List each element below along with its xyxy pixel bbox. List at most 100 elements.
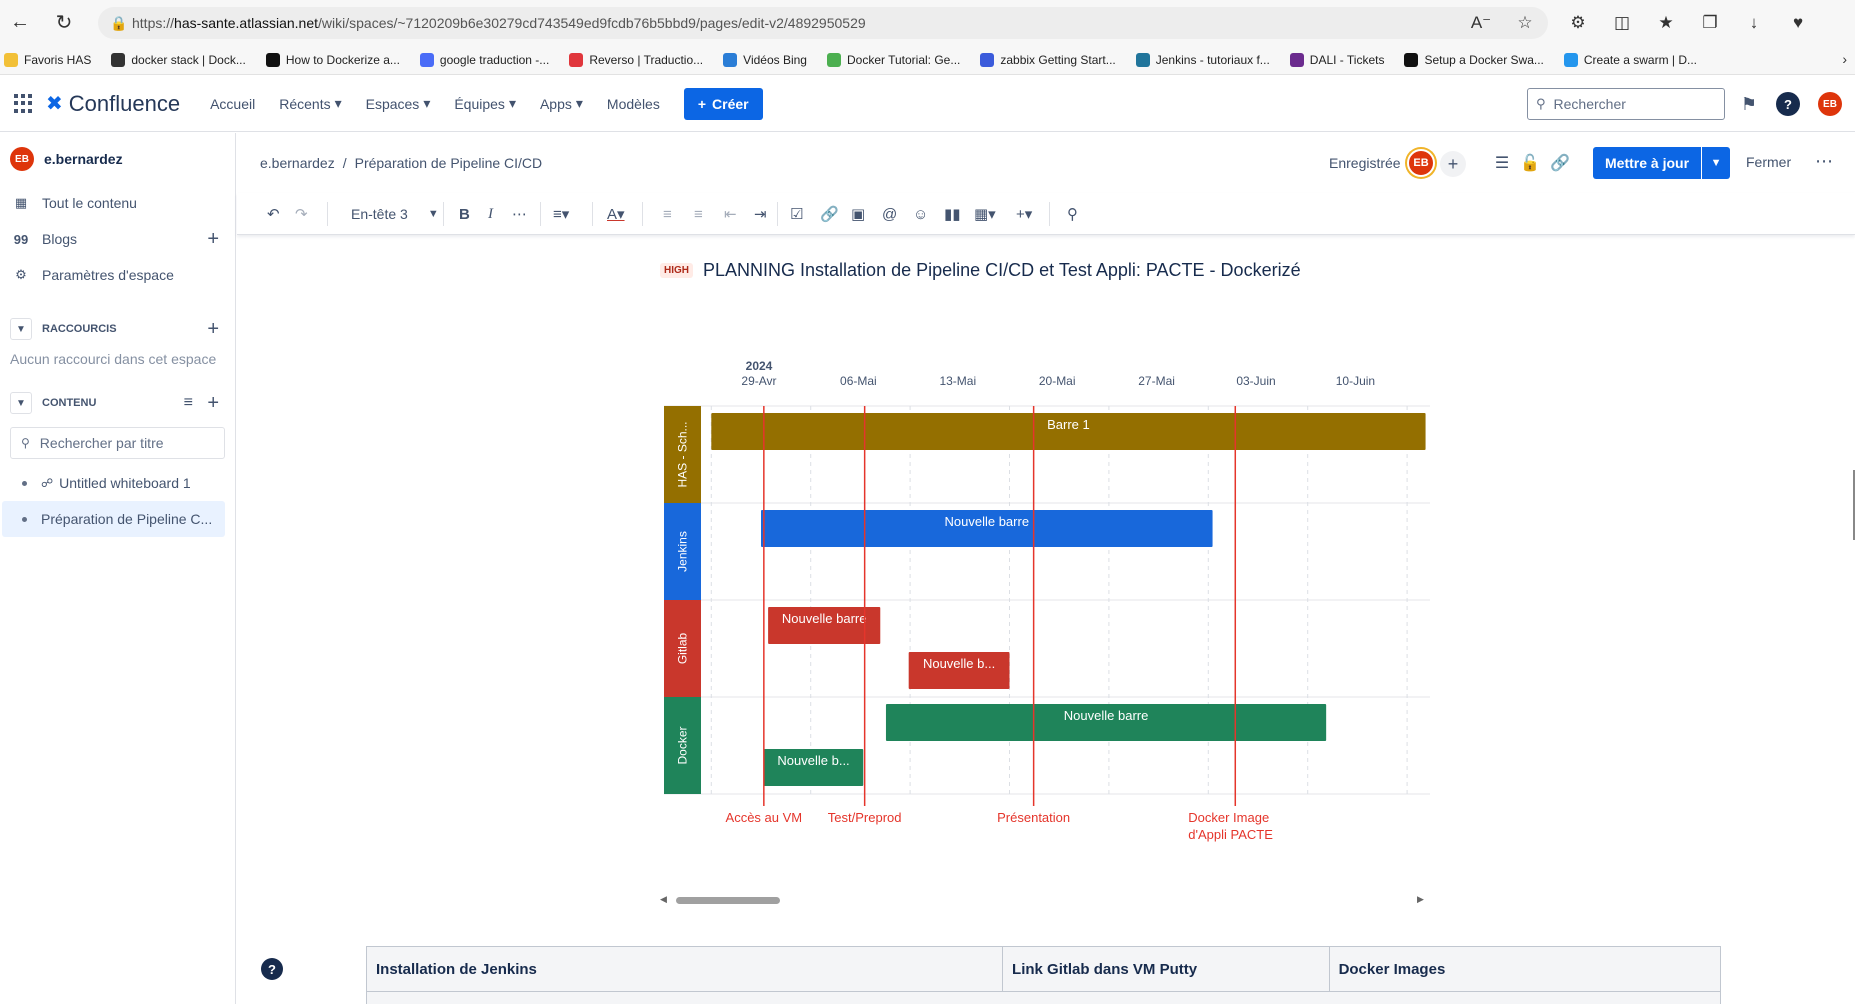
read-aloud-icon[interactable]: A⁻ [1468, 10, 1494, 36]
collaborator-avatar[interactable]: EB [1407, 149, 1435, 177]
nav-teams[interactable]: Équipes ▾ [454, 95, 516, 112]
url-path: /wiki/spaces/~7120209b6e30279cd743549ed9… [318, 15, 866, 31]
restrictions-icon[interactable]: 🔓 [1519, 152, 1541, 174]
undo-icon[interactable]: ↶ [267, 204, 280, 224]
performance-icon[interactable]: ♥ [1785, 10, 1811, 36]
checkbox-icon[interactable]: ☑ [790, 204, 803, 224]
emoji-icon[interactable]: ☺ [913, 204, 928, 224]
nav-home[interactable]: Accueil [210, 96, 255, 112]
bookmark-item[interactable]: Docker Tutorial: Ge... [826, 52, 960, 67]
nav-spaces[interactable]: Espaces ▾ [366, 95, 431, 112]
align-icon[interactable]: ≡▾ [553, 204, 569, 224]
shortcuts-section[interactable]: ▼ RACCOURCIS + [0, 311, 235, 347]
url-host: has-sante.atlassian.net [174, 15, 319, 31]
find-replace-icon[interactable]: ⚲ [1067, 204, 1078, 224]
more-formatting-icon[interactable]: ⋯ [512, 204, 527, 224]
image-icon[interactable]: ▣ [851, 204, 865, 224]
invite-icon[interactable]: + [1440, 151, 1466, 177]
update-button[interactable]: Mettre à jour ▼ [1593, 147, 1731, 179]
insert-icon[interactable]: +▾ [1016, 204, 1032, 224]
bookmark-item[interactable]: Setup a Docker Swa... [1404, 52, 1544, 67]
layout-icon[interactable]: ▮▮ [944, 204, 961, 224]
nav-apps[interactable]: Apps ▾ [540, 95, 583, 112]
add-shortcut-icon[interactable]: + [207, 318, 219, 341]
favorites-icon[interactable]: ★ [1653, 10, 1679, 36]
link-icon[interactable]: 🔗 [820, 204, 839, 224]
bookmark-item[interactable]: Reverso | Traductio... [569, 52, 703, 67]
chevron-down-icon[interactable]: ▼ [10, 392, 32, 414]
nav-templates[interactable]: Modèles [607, 96, 660, 112]
space-header[interactable]: EB e.bernardez [0, 133, 235, 185]
scroll-thumb[interactable] [676, 897, 780, 904]
add-blog-icon[interactable]: + [207, 228, 219, 251]
roadmap-scrollbar[interactable]: ◀ ▶ [660, 894, 1425, 906]
sidebar-item-space-settings[interactable]: ⚙ Paramètres d'espace [0, 257, 235, 293]
bookmark-item[interactable]: DALI - Tickets [1289, 52, 1384, 67]
table-header-cell[interactable]: Docker Images [1329, 947, 1720, 992]
chevron-down-icon[interactable]: ▼ [1702, 147, 1730, 179]
content-section[interactable]: ▼ CONTENU ≡ + [0, 385, 235, 421]
bookmark-item[interactable]: google traduction -... [419, 52, 549, 67]
tree-item-whiteboard[interactable]: ☍ Untitled whiteboard 1 [2, 465, 225, 501]
sidebar-item-blogs[interactable]: 99 Blogs + [0, 221, 235, 257]
chevron-down-icon: ▾ [423, 95, 431, 111]
back-icon[interactable]: ← [2, 5, 38, 41]
create-button[interactable]: + Créer [683, 87, 763, 120]
app-header: ✖ Confluence Accueil Récents ▾ Espaces ▾ É… [0, 76, 1855, 132]
italic-icon[interactable]: I [488, 204, 493, 224]
search-input[interactable]: ⚲ Rechercher [1527, 88, 1725, 120]
favorite-star-icon[interactable]: ☆ [1512, 10, 1538, 36]
text-color-icon[interactable]: A▾ [607, 204, 625, 224]
redo-icon[interactable]: ↷ [295, 204, 308, 224]
help-icon[interactable]: ? [261, 958, 283, 980]
indent-icon[interactable]: ⇥ [754, 204, 767, 224]
bookmark-label: Setup a Docker Swa... [1424, 52, 1544, 67]
bookmark-item[interactable]: Favoris HAS [4, 52, 91, 67]
breadcrumb-space[interactable]: e.bernardez [260, 155, 335, 171]
mention-icon[interactable]: @ [882, 204, 897, 224]
filter-icon[interactable]: ≡ [184, 394, 193, 412]
roadmap-bar-label: Barre 1 [1047, 417, 1090, 432]
link-icon[interactable]: 🔗 [1549, 152, 1571, 174]
add-content-icon[interactable]: + [207, 392, 219, 415]
app-switcher-icon[interactable] [14, 93, 34, 114]
bookmark-item[interactable]: Vidéos Bing [723, 52, 807, 67]
title-search-input[interactable]: ⚲ Rechercher par titre [10, 427, 225, 459]
tree-item-current-page[interactable]: Préparation de Pipeline C... [2, 501, 225, 537]
bold-icon[interactable]: B [459, 204, 470, 224]
reload-icon[interactable]: ↻ [46, 5, 82, 41]
more-icon[interactable]: ⋯ [1815, 151, 1834, 172]
bookmark-item[interactable]: Jenkins - tutoriaux f... [1135, 52, 1270, 67]
bullet-list-icon[interactable]: ≡ [663, 204, 672, 224]
close-button[interactable]: Fermer [1746, 154, 1791, 170]
table-header-cell[interactable]: Link Gitlab dans VM Putty [1003, 947, 1330, 992]
address-bar[interactable]: 🔒 https://has-sante.atlassian.net/wiki/s… [98, 7, 1548, 39]
bookmark-item[interactable]: Create a swarm | D... [1563, 52, 1697, 67]
breadcrumb-page[interactable]: Préparation de Pipeline CI/CD [355, 155, 543, 171]
outdent-icon[interactable]: ⇤ [724, 204, 737, 224]
notifications-icon[interactable]: ⚑ [1737, 92, 1761, 116]
extensions-icon[interactable]: ⚙ [1565, 10, 1591, 36]
table-header-cell[interactable]: Installation de Jenkins [367, 947, 1004, 992]
bookmark-item[interactable]: docker stack | Dock... [111, 52, 246, 67]
downloads-icon[interactable]: ↓ [1741, 10, 1767, 36]
collections-icon[interactable]: ❐ [1697, 10, 1723, 36]
sidebar-item-all-content[interactable]: ▦ Tout le contenu [0, 185, 235, 221]
scroll-left-icon[interactable]: ◀ [660, 894, 667, 905]
more-bookmarks-icon[interactable]: › [1842, 51, 1847, 67]
roadmap-planner[interactable]: 2024 29-Avr 06-Mai 13-Mai 20-Mai 27-Mai 03-Jui… [650, 345, 1450, 845]
help-icon[interactable]: ? [1776, 92, 1800, 116]
confluence-logo[interactable]: ✖ Confluence [46, 91, 180, 117]
heading-style-select[interactable]: En-tête 3 ▼ [351, 204, 439, 224]
chevron-down-icon[interactable]: ▼ [10, 318, 32, 340]
numbered-list-icon[interactable]: ≡ [694, 204, 703, 224]
page-title[interactable]: PLANNING Installation de Pipeline CI/CD … [703, 260, 1301, 281]
profile-avatar[interactable]: EB [1818, 92, 1842, 116]
split-screen-icon[interactable]: ◫ [1609, 10, 1635, 36]
table-icon[interactable]: ▦▾ [974, 204, 996, 224]
bookmark-item[interactable]: zabbix Getting Start... [980, 52, 1116, 67]
nav-recent[interactable]: Récents ▾ [279, 95, 341, 112]
scroll-right-icon[interactable]: ▶ [1417, 894, 1424, 905]
comment-icon[interactable]: ☰ [1491, 152, 1513, 174]
bookmark-item[interactable]: How to Dockerize a... [265, 52, 400, 67]
